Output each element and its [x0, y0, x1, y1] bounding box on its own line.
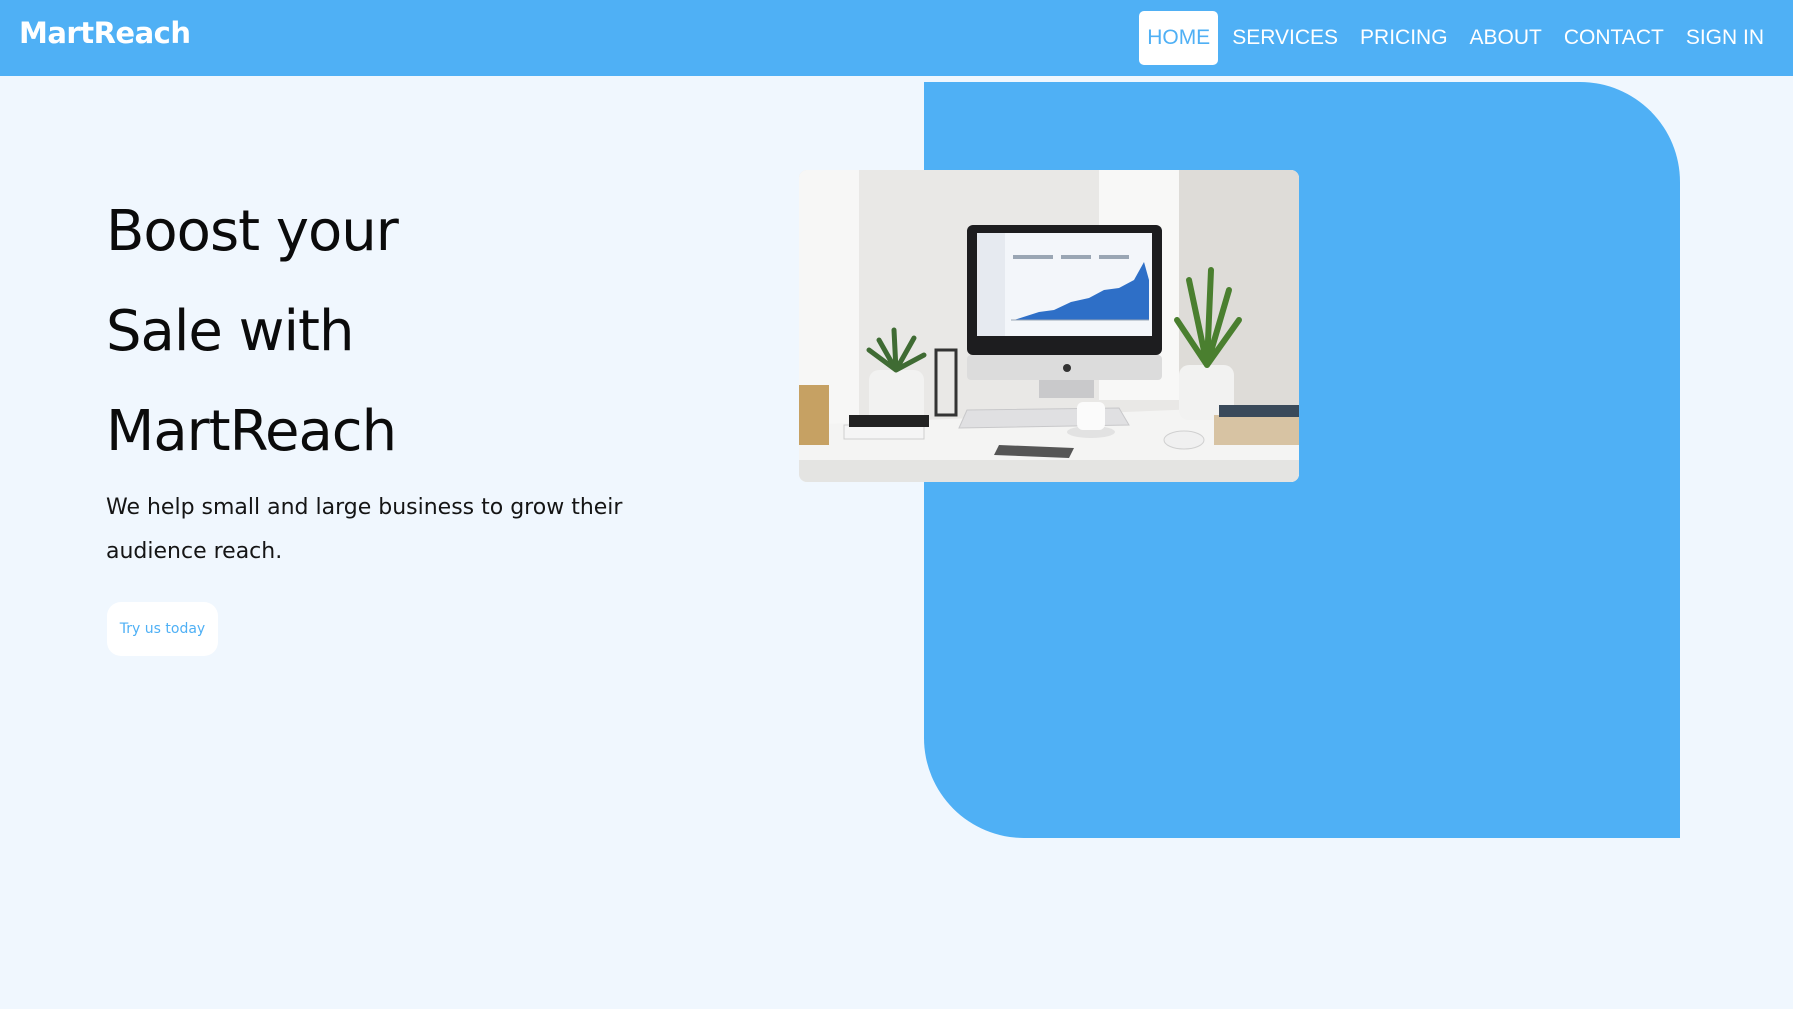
headline-line-3: MartReach — [106, 399, 397, 464]
desk-computer-photo-illustration — [799, 170, 1299, 482]
nav-about-link[interactable]: ABOUT — [1462, 11, 1550, 65]
nav-home-link[interactable]: HOME — [1139, 11, 1219, 65]
headline-line-2: Sale with — [106, 299, 354, 364]
headline-line-1: Boost your — [106, 199, 399, 264]
nav-pricing-link[interactable]: PRICING — [1352, 11, 1456, 65]
navbar: MartReach HOME SERVICES PRICING ABOUT CO… — [0, 0, 1793, 76]
hero-headline: Boost your Sale with MartReach — [106, 182, 706, 482]
hero-image — [799, 170, 1299, 482]
nav-links: HOME SERVICES PRICING ABOUT CONTACT SIGN… — [1139, 11, 1772, 65]
nav-sign-in-link[interactable]: SIGN IN — [1678, 11, 1772, 65]
nav-services-link[interactable]: SERVICES — [1224, 11, 1346, 65]
hero-subtext: We help small and large business to grow… — [106, 495, 623, 564]
brand-logo[interactable]: MartReach — [19, 16, 191, 50]
try-us-today-button[interactable]: Try us today — [107, 602, 218, 656]
nav-contact-link[interactable]: CONTACT — [1556, 11, 1672, 65]
